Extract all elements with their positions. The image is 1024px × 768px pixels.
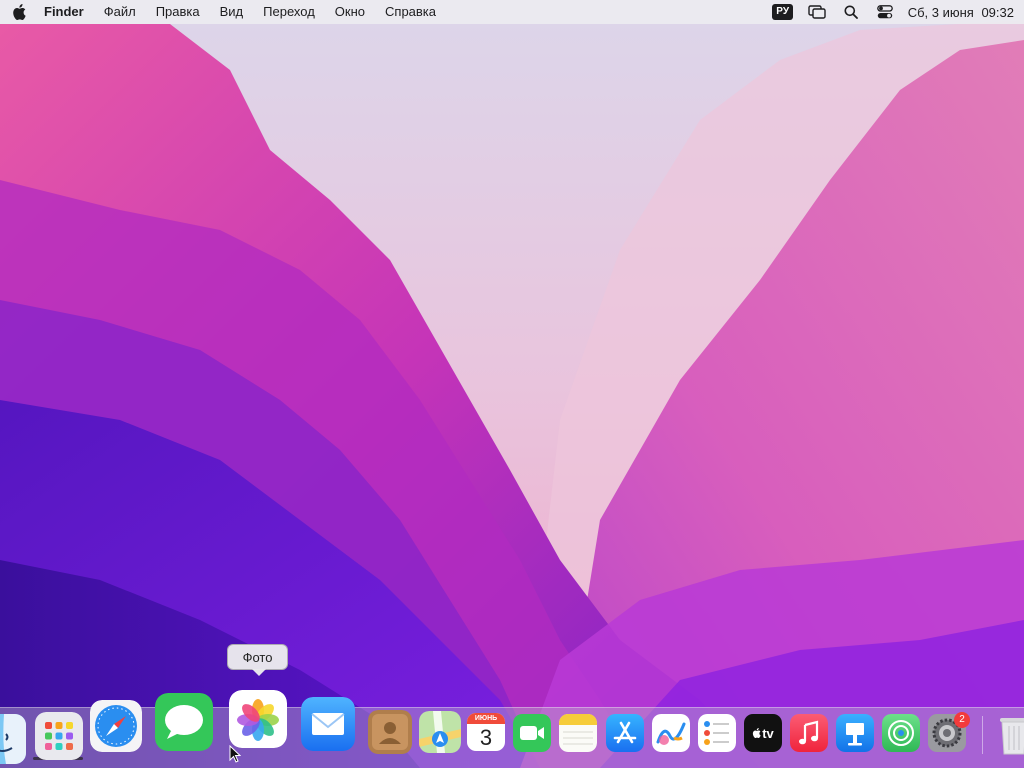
menu-go[interactable]: Переход <box>253 0 325 24</box>
launchpad-icon <box>35 712 83 760</box>
dock-item-apple-tv[interactable]: tv <box>744 714 782 752</box>
control-center-button[interactable] <box>868 0 902 24</box>
dock-item-messages[interactable] <box>155 693 213 751</box>
apple-tv-label: tv <box>762 725 774 741</box>
menu-file[interactable]: Файл <box>94 0 146 24</box>
dock-item-notes[interactable] <box>559 714 597 752</box>
menubar-clock[interactable]: Сб, 3 июня 09:32 <box>902 5 1014 20</box>
notes-icon <box>559 714 597 752</box>
dock-item-system-settings[interactable]: 2 <box>928 712 970 752</box>
window-switcher-button[interactable] <box>800 0 834 24</box>
input-language-badge: РУ <box>772 4 794 20</box>
dock-item-contacts[interactable] <box>368 710 412 754</box>
spotlight-button[interactable] <box>834 0 868 24</box>
safari-icon <box>90 700 142 752</box>
maps-icon <box>419 711 461 753</box>
dock-item-photos[interactable] <box>229 690 287 748</box>
mail-icon <box>301 697 355 751</box>
music-icon <box>790 714 828 752</box>
calendar-icon: ИЮНЬ 3 <box>467 713 505 751</box>
dock-tooltip: Фото <box>227 644 288 676</box>
calendar-month: ИЮНЬ <box>467 713 505 724</box>
menu-bar: Finder Файл Правка Вид Переход Окно Спра… <box>0 0 1024 24</box>
dock-item-safari[interactable] <box>90 700 142 752</box>
control-center-icon <box>876 5 893 19</box>
menu-edit[interactable]: Правка <box>146 0 210 24</box>
messages-icon <box>155 693 213 751</box>
apple-menu-button[interactable] <box>0 4 38 20</box>
calendar-day: 3 <box>479 725 493 750</box>
photos-icon <box>229 690 287 748</box>
contacts-icon <box>368 710 412 754</box>
dock-separator <box>982 716 983 754</box>
dock-item-mail[interactable] <box>301 697 355 751</box>
app-menu-finder[interactable]: Finder <box>38 0 94 24</box>
menubar-date: Сб, 3 июня <box>907 4 974 20</box>
dock-item-maps[interactable] <box>419 711 461 753</box>
apple-logo-icon <box>13 4 26 20</box>
find-my-icon <box>882 714 920 752</box>
desktop-wallpaper <box>0 0 1024 768</box>
dock-item-app-store[interactable] <box>606 714 644 752</box>
dock-item-facetime[interactable] <box>513 714 551 752</box>
dock-item-trash[interactable] <box>994 712 1024 756</box>
menubar-time: 09:32 <box>981 4 1014 20</box>
dock-item-calendar[interactable]: ИЮНЬ 3 <box>467 713 505 751</box>
menu-window[interactable]: Окно <box>325 0 375 24</box>
search-icon <box>844 5 858 19</box>
menu-view[interactable]: Вид <box>210 0 254 24</box>
trash-icon <box>1000 718 1024 755</box>
finder-icon <box>0 714 26 764</box>
dock-item-find-my[interactable] <box>882 714 920 752</box>
mouse-cursor-icon <box>229 745 241 763</box>
dock-item-finder[interactable] <box>0 714 26 764</box>
dock-item-launchpad[interactable] <box>35 712 83 760</box>
apple-tv-icon: tv <box>744 714 782 752</box>
dock-item-freeform[interactable] <box>652 714 690 752</box>
facetime-icon <box>513 714 551 752</box>
dock-item-music[interactable] <box>790 714 828 752</box>
window-switcher-icon <box>807 5 826 19</box>
dock-item-keynote[interactable] <box>836 714 874 752</box>
input-source-menu[interactable]: РУ <box>766 0 800 24</box>
freeform-icon <box>652 714 690 752</box>
keynote-icon <box>836 714 874 752</box>
app-store-icon <box>606 714 644 752</box>
dock-item-reminders[interactable] <box>698 714 736 752</box>
menu-help[interactable]: Справка <box>375 0 446 24</box>
notification-badge: 2 <box>954 712 970 728</box>
reminders-icon <box>698 714 736 752</box>
